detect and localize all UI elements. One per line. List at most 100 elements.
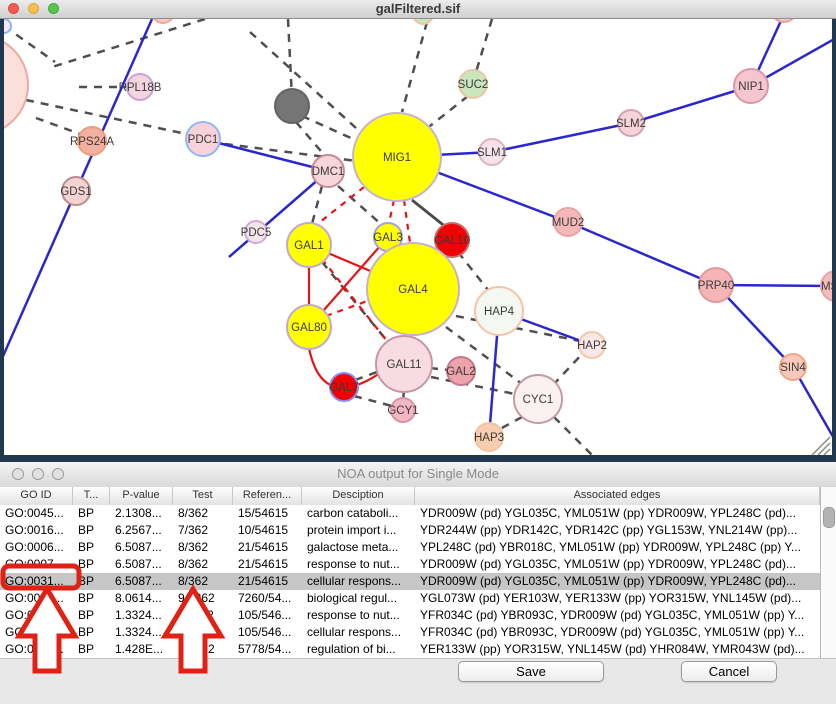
cell: GO:0031... (0, 573, 73, 590)
node-label: GAL10 (434, 235, 470, 247)
cell: GO:0031... (0, 607, 73, 624)
cell: 15/54615 (233, 505, 302, 522)
save-button[interactable]: Save (458, 661, 604, 682)
resize-grip[interactable] (818, 443, 830, 455)
edge (412, 200, 447, 228)
cell: 105/546... (233, 624, 302, 641)
cell: 8/362 (173, 505, 233, 522)
node-unlabeled[interactable] (152, 19, 174, 23)
noa-window-titlebar[interactable]: NOA output for Single Mode (0, 462, 836, 488)
edge (425, 96, 468, 130)
table-row[interactable]: GO:0045...BP2.1308...8/36215/54615carbon… (0, 505, 820, 522)
table-row[interactable]: GO:0031...BP1.3324...11/362105/546...res… (0, 607, 820, 624)
node-label: SIN4 (780, 362, 806, 374)
cell: 5778/54... (233, 641, 302, 658)
cell: 2.1308... (110, 505, 173, 522)
edge (404, 200, 410, 243)
table-row[interactable]: GO:0016...BP6.2567...7/36210/54615protei… (0, 522, 820, 539)
cell: 11/362 (173, 624, 233, 641)
edge (288, 19, 292, 98)
cell: 1.3324... (110, 624, 173, 641)
cell: response to nut... (302, 607, 415, 624)
node-unlabeled[interactable] (413, 19, 433, 24)
cell: YDR009W (pd) YGL035C, YML051W (pp) YDR00… (415, 505, 820, 522)
network-window: galFiltered.sif RPL18BRPS24AGDS1PDC1DMC1… (0, 0, 836, 462)
cell: cellular respons... (302, 624, 415, 641)
edge (553, 352, 584, 385)
resize-grip[interactable] (824, 449, 830, 455)
column-header-p-value[interactable]: P-value (110, 487, 173, 505)
table-row[interactable]: GO:0050...BP1.428E...80/3625778/54...reg… (0, 641, 820, 658)
node-label: GCY1 (387, 405, 418, 417)
cell: BP (73, 522, 110, 539)
node-unlabeled[interactable] (771, 19, 797, 22)
cell: BP (73, 573, 110, 590)
edge (26, 100, 196, 136)
cell: BP (73, 641, 110, 658)
column-header-referen-[interactable]: Referen... (233, 487, 302, 505)
network-graph[interactable]: RPL18BRPS24AGDS1PDC1DMC1MIG1SUC2SLM1SLM2… (4, 19, 832, 455)
column-header-desciption[interactable]: Desciption (302, 487, 415, 505)
table-scrollbar[interactable] (820, 487, 836, 658)
cell: 6.2567... (110, 522, 173, 539)
table-row[interactable]: GO:0065...BP8.0614...94/3627260/54...bio… (0, 590, 820, 607)
column-header-go-id[interactable]: GO ID (0, 487, 73, 505)
table-row[interactable]: GO:0006...BP6.5087...8/36221/54615galact… (0, 539, 820, 556)
node-label: GAL1 (294, 240, 323, 252)
network-window-titlebar[interactable]: galFiltered.sif (0, 0, 836, 19)
cell: 1.428E... (110, 641, 173, 658)
cell: BP (73, 556, 110, 573)
node-unlabeled[interactable] (4, 19, 11, 33)
cell: 7/362 (173, 522, 233, 539)
node-label: GAL80 (291, 322, 327, 334)
cell: GO:0050... (0, 641, 73, 658)
node-label: SLM2 (616, 118, 646, 130)
cell: BP (73, 590, 110, 607)
edge (458, 252, 492, 295)
cell: GO:0016... (0, 522, 73, 539)
node-label: RPS24A (70, 136, 114, 148)
node-label: HAP2 (577, 340, 607, 352)
table-row[interactable]: GO:0007...BP6.5087...8/36221/54615respon… (0, 556, 820, 573)
scrollbar-thumb[interactable] (823, 507, 835, 528)
cell: biological regul... (302, 590, 415, 607)
cell: 21/54615 (233, 539, 302, 556)
edge (631, 86, 751, 123)
table-row[interactable]: GO:0031...BP1.3324...11/362105/546...cel… (0, 624, 820, 641)
column-header-associated-edges[interactable]: Associated edges (415, 487, 820, 505)
column-header-t-[interactable]: T... (73, 487, 110, 505)
table-row[interactable]: GO:0031...BP6.5087...8/36221/54615cellul… (0, 573, 820, 590)
cell: 6.5087... (110, 539, 173, 556)
table-body: GO:0045...BP2.1308...8/36215/54615carbon… (0, 505, 820, 658)
node-label: MUD2 (552, 217, 585, 229)
cell: GO:0031... (0, 624, 73, 641)
cell: GO:0006... (0, 539, 73, 556)
cell: 8.0614... (110, 590, 173, 607)
noa-window: NOA output for Single Mode GO IDT...P-va… (0, 462, 836, 704)
node-label: PDC5 (241, 227, 272, 239)
cell: BP (73, 624, 110, 641)
cancel-button[interactable]: Cancel (681, 661, 777, 682)
column-header-test[interactable]: Test (173, 487, 233, 505)
network-canvas[interactable]: RPL18BRPS24AGDS1PDC1DMC1MIG1SUC2SLM1SLM2… (4, 19, 832, 455)
node-label: CYC1 (523, 394, 554, 406)
cell: 8/362 (173, 556, 233, 573)
cell: galactose meta... (302, 539, 415, 556)
node-unlabeled[interactable] (275, 89, 309, 123)
edge (389, 200, 394, 223)
node-unlabeled[interactable] (4, 35, 28, 135)
cell: protein import i... (302, 522, 415, 539)
cell: 11/362 (173, 607, 233, 624)
node-label: DMC1 (312, 166, 345, 178)
node-label: GAL2 (446, 366, 475, 378)
edge (312, 186, 322, 224)
node-label: SUC2 (458, 79, 489, 91)
cell: GO:0007... (0, 556, 73, 573)
cell: YDR009W (pd) YGL035C, YML051W (pp) YDR00… (415, 573, 820, 590)
cell: 21/54615 (233, 556, 302, 573)
table-header: GO IDT...P-valueTestReferen...Desciption… (0, 487, 836, 506)
edge (52, 19, 205, 67)
edge (402, 22, 427, 112)
node-label: NIP1 (738, 81, 764, 93)
node-label: MSL1 (821, 281, 832, 293)
